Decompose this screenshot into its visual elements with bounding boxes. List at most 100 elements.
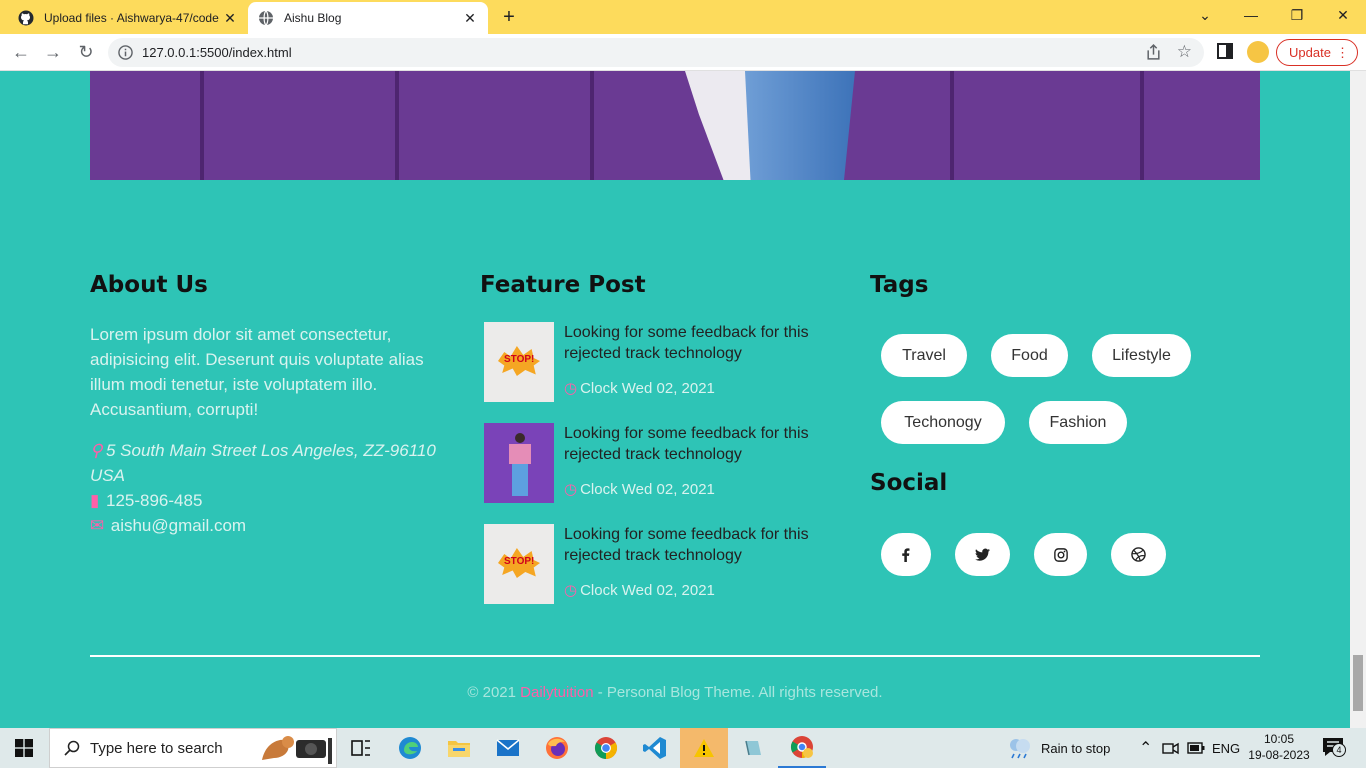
browser-tab-bar: Upload files · Aishwarya-47/code ✕ Aishu… [0, 0, 1366, 34]
rain-cloud-icon [1010, 739, 1030, 759]
language-indicator[interactable]: ENG [1212, 728, 1240, 768]
update-label: Update [1289, 45, 1331, 60]
wall-plank [1140, 71, 1144, 180]
contact-phone: ▮ 125-896-485 [90, 488, 450, 513]
battery-button[interactable] [1187, 728, 1205, 768]
warning-icon [694, 739, 714, 757]
tags-title: Tags [870, 272, 929, 298]
mobile-icon: ▮ [90, 491, 100, 510]
tab-search-chevron-icon[interactable]: ⌄ [1182, 0, 1228, 30]
contact-email[interactable]: ✉ aishu@gmail.com [90, 513, 450, 538]
address-bar[interactable]: 127.0.0.1:5500/index.html ☆ [108, 38, 1204, 67]
task-view-icon [351, 740, 370, 756]
post-thumbnail[interactable] [484, 423, 554, 503]
back-arrow-icon[interactable]: ← [10, 41, 32, 63]
post-date-text: Clock Wed 02, 2021 [580, 582, 715, 599]
folder-icon [448, 741, 470, 757]
chrome-button[interactable] [582, 728, 630, 768]
twitter-icon [975, 548, 990, 561]
weather-widget[interactable]: Rain to stop [1008, 728, 1110, 768]
info-icon[interactable] [118, 45, 133, 60]
copyright-suffix: - Personal Blog Theme. All rights reserv… [593, 684, 883, 701]
hero-jeans [745, 71, 855, 180]
scrollbar-thumb[interactable] [1353, 655, 1363, 711]
bookmark-star-icon[interactable]: ☆ [1177, 42, 1192, 62]
person-shirt [509, 444, 531, 464]
system-clock[interactable]: 10:05 19-08-2023 [1248, 731, 1310, 763]
brand-link[interactable]: Dailytuition [520, 684, 593, 701]
instagram-button[interactable] [1034, 533, 1087, 576]
share-icon[interactable] [1145, 44, 1162, 61]
about-title: About Us [90, 272, 208, 298]
minimize-button[interactable]: — [1228, 0, 1274, 30]
social-title: Social [870, 470, 948, 496]
close-tab-icon[interactable]: ✕ [222, 10, 238, 27]
copyright-text: © 2021 Dailytuition - Personal Blog Them… [0, 684, 1350, 701]
post-title[interactable]: Looking for some feedback for this rejec… [564, 423, 834, 465]
warning-app-button[interactable] [680, 728, 728, 768]
menu-dots-icon[interactable]: ⋮ [1336, 40, 1349, 65]
phone-text: 125-896-485 [106, 491, 203, 510]
notepad-button[interactable] [729, 728, 777, 768]
url-text[interactable]: 127.0.0.1:5500/index.html [142, 45, 292, 60]
start-button[interactable] [0, 728, 48, 768]
reload-icon[interactable]: ↻ [75, 41, 97, 63]
search-placeholder: Type here to search [90, 739, 223, 757]
profile-avatar[interactable] [1247, 41, 1269, 63]
post-thumbnail[interactable]: STOP! [484, 322, 554, 402]
close-tab-icon[interactable]: ✕ [462, 10, 478, 27]
task-view-button[interactable] [337, 728, 385, 768]
firefox-button[interactable] [533, 728, 581, 768]
edge-browser-button[interactable] [386, 728, 434, 768]
side-panel-icon[interactable] [1217, 43, 1233, 59]
post-title[interactable]: Looking for some feedback for this rejec… [564, 524, 834, 566]
restore-button[interactable]: ❐ [1274, 0, 1320, 30]
squirrel-camera-search-highlight-icon[interactable] [258, 730, 334, 766]
feature-title: Feature Post [480, 272, 646, 298]
github-icon [18, 10, 34, 26]
feature-post[interactable]: STOP! Looking for some feedback for this… [484, 322, 844, 402]
email-text[interactable]: aishu@gmail.com [111, 516, 246, 535]
hero-shoe [685, 71, 755, 180]
new-tab-button[interactable]: + [498, 6, 520, 28]
tab-github-upload[interactable]: Upload files · Aishwarya-47/code ✕ [8, 2, 248, 34]
clock-icon: ◷ [564, 481, 578, 498]
show-hidden-icons-button[interactable]: ⌃ [1139, 728, 1152, 768]
globe-icon [259, 10, 273, 26]
meet-now-button[interactable] [1162, 728, 1180, 768]
file-explorer-button[interactable] [435, 728, 483, 768]
mail-button[interactable] [484, 728, 532, 768]
tag-food[interactable]: Food [991, 334, 1068, 377]
tag-technology[interactable]: Techonogy [881, 401, 1005, 444]
tab-aishu-blog[interactable]: Aishu Blog ✕ [248, 2, 488, 34]
stop-sticker-art: STOP! [504, 556, 535, 567]
dribbble-button[interactable] [1111, 533, 1166, 576]
close-window-button[interactable]: ✕ [1320, 0, 1366, 30]
vscode-button[interactable] [631, 728, 679, 768]
post-thumbnail[interactable]: STOP! [484, 524, 554, 604]
person-pants [512, 464, 528, 496]
address-text: 5 South Main Street Los Angeles, ZZ-9611… [90, 441, 436, 485]
notification-center-button[interactable]: 4 [1322, 737, 1346, 759]
notification-count: 4 [1332, 743, 1346, 757]
stop-sticker-art: STOP! [504, 354, 535, 365]
tag-travel[interactable]: Travel [881, 334, 967, 377]
page-scrollbar[interactable] [1350, 71, 1366, 728]
vscode-icon [643, 737, 666, 759]
facebook-button[interactable] [881, 533, 931, 576]
notepad-icon [745, 740, 761, 756]
feature-post[interactable]: Looking for some feedback for this rejec… [484, 423, 844, 503]
twitter-button[interactable] [955, 533, 1010, 576]
post-title[interactable]: Looking for some feedback for this rejec… [564, 322, 834, 364]
clock-icon: ◷ [564, 582, 578, 599]
battery-icon [1187, 742, 1205, 754]
edge-icon [399, 737, 421, 759]
forward-arrow-icon[interactable]: → [42, 41, 64, 63]
tag-fashion[interactable]: Fashion [1029, 401, 1127, 444]
tag-lifestyle[interactable]: Lifestyle [1092, 334, 1191, 377]
chrome-profile-button[interactable] [778, 728, 826, 768]
feature-post[interactable]: STOP! Looking for some feedback for this… [484, 524, 844, 604]
update-button[interactable]: Update ⋮ [1276, 39, 1358, 66]
clock-icon: ◷ [564, 380, 578, 397]
about-text: Lorem ipsum dolor sit amet consectetur, … [90, 325, 424, 419]
